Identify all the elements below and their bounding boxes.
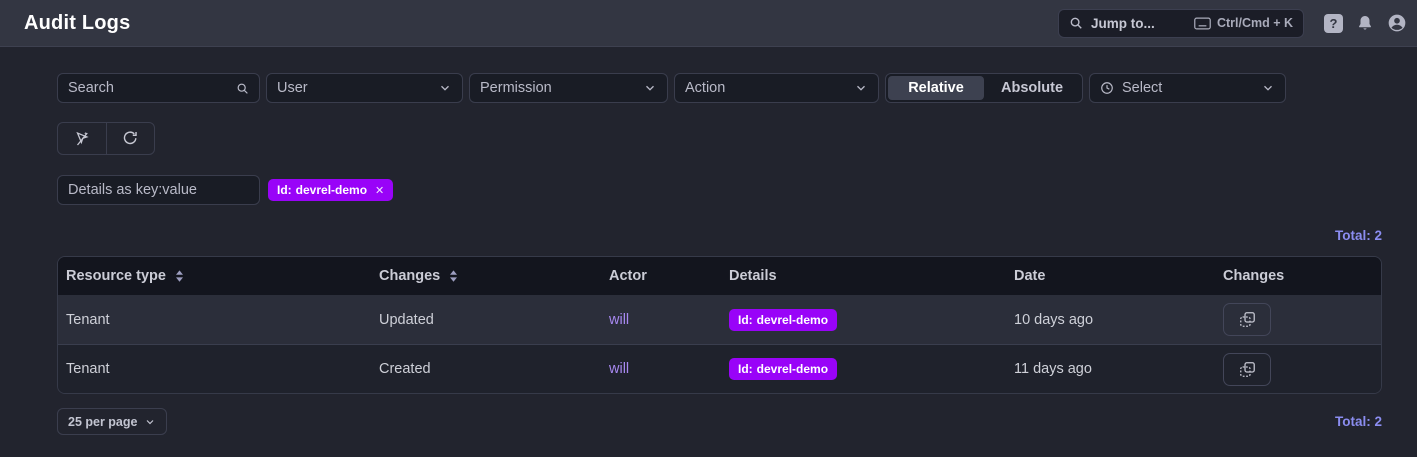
time-mode-absolute[interactable]: Absolute	[984, 76, 1080, 100]
notifications-button[interactable]	[1356, 14, 1374, 33]
search-icon	[1069, 16, 1083, 30]
account-button[interactable]	[1387, 13, 1407, 33]
details-filter-row: Id: devrel-demo ✕	[57, 175, 1382, 205]
total-count-top: Total: 2	[57, 228, 1382, 243]
search-icon	[236, 82, 249, 95]
chevron-down-icon	[144, 416, 156, 428]
column-header-resource-type: Resource type	[58, 268, 371, 284]
column-header-changes-actions: Changes	[1215, 268, 1381, 284]
chip-value: devrel-demo	[757, 362, 828, 376]
table-row[interactable]: Tenant Created will Id: devrel-demo 11 d…	[58, 344, 1381, 393]
cursor-off-icon	[73, 130, 91, 148]
help-button[interactable]: ?	[1324, 14, 1343, 33]
jump-to-search[interactable]: Jump to... Ctrl/Cmd + K	[1058, 9, 1304, 38]
details-chip: Id: devrel-demo	[729, 309, 837, 331]
cell-resource-type: Tenant	[58, 361, 371, 377]
search-input[interactable]	[68, 80, 236, 96]
copy-diff-icon	[1239, 311, 1256, 328]
view-changes-button[interactable]	[1223, 303, 1271, 336]
actor-link[interactable]: will	[609, 312, 629, 328]
chip-value: devrel-demo	[296, 183, 367, 197]
sort-button[interactable]	[173, 269, 186, 283]
time-mode-relative[interactable]: Relative	[888, 76, 984, 100]
page-title: Audit Logs	[24, 12, 130, 35]
action-filter-select[interactable]: Action	[674, 73, 879, 103]
page-size-label: 25 per page	[68, 415, 137, 429]
table-footer: 25 per page Total: 2	[57, 408, 1382, 435]
time-range-select[interactable]: Select	[1089, 73, 1286, 103]
details-chip: Id: devrel-demo	[729, 358, 837, 380]
refresh-icon	[122, 130, 139, 147]
live-updates-off-button[interactable]	[58, 123, 106, 154]
user-filter-label: User	[277, 80, 308, 96]
chevron-down-icon	[643, 81, 657, 95]
search-field	[57, 73, 260, 103]
permission-filter-label: Permission	[480, 80, 552, 96]
chevron-down-icon	[1261, 81, 1275, 95]
cell-resource-type: Tenant	[58, 312, 371, 328]
sort-icon	[173, 269, 186, 283]
details-filter-field	[57, 175, 260, 205]
jump-to-placeholder: Jump to...	[1091, 16, 1194, 31]
column-header-date: Date	[1006, 268, 1215, 284]
help-icon: ?	[1324, 14, 1343, 33]
time-mode-toggle: Relative Absolute	[885, 73, 1083, 103]
view-changes-button[interactable]	[1223, 353, 1271, 386]
user-filter-select[interactable]: User	[266, 73, 463, 103]
refresh-button[interactable]	[106, 123, 154, 154]
cell-changes: Updated	[371, 312, 601, 328]
action-filter-label: Action	[685, 80, 725, 96]
chip-key: Id:	[738, 313, 753, 327]
close-icon[interactable]: ✕	[375, 184, 384, 197]
jump-to-shortcut: Ctrl/Cmd + K	[1217, 16, 1293, 30]
cell-changes: Created	[371, 361, 601, 377]
active-filter-chip[interactable]: Id: devrel-demo ✕	[268, 179, 393, 201]
details-filter-input[interactable]	[68, 182, 249, 198]
page-size-select[interactable]: 25 per page	[57, 408, 167, 435]
table-row[interactable]: Tenant Updated will Id: devrel-demo 10 d…	[58, 295, 1381, 344]
keyboard-icon	[1194, 17, 1211, 30]
column-label: Changes	[379, 268, 440, 284]
permission-filter-select[interactable]: Permission	[469, 73, 668, 103]
total-count-bottom: Total: 2	[1335, 414, 1382, 429]
filter-bar: User Permission Action Relative Absolute	[57, 73, 1382, 103]
chevron-down-icon	[438, 81, 452, 95]
column-header-actor: Actor	[601, 268, 721, 284]
topbar-actions: Jump to... Ctrl/Cmd + K ?	[1058, 9, 1407, 38]
topbar: Audit Logs Jump to... Ctrl/Cmd + K ?	[0, 0, 1417, 47]
avatar-icon	[1387, 13, 1407, 33]
chip-key: Id:	[738, 362, 753, 376]
bell-icon	[1356, 14, 1374, 33]
column-label: Resource type	[66, 268, 166, 284]
table-header-row: Resource type Changes Actor Details Date	[58, 257, 1381, 295]
column-header-changes: Changes	[371, 268, 601, 284]
chevron-down-icon	[854, 81, 868, 95]
audit-logs-page: User Permission Action Relative Absolute	[0, 47, 1417, 435]
chip-value: devrel-demo	[757, 313, 828, 327]
audit-log-table: Resource type Changes Actor Details Date	[57, 256, 1382, 394]
copy-diff-icon	[1239, 361, 1256, 378]
sort-button[interactable]	[447, 269, 460, 283]
actor-link[interactable]: will	[609, 361, 629, 377]
cell-date: 11 days ago	[1006, 361, 1215, 377]
table-tools	[57, 122, 155, 155]
cell-date: 10 days ago	[1006, 312, 1215, 328]
chip-key: Id:	[277, 183, 292, 197]
sort-icon	[447, 269, 460, 283]
time-range-label: Select	[1122, 80, 1162, 96]
column-header-details: Details	[721, 268, 1006, 284]
clock-icon	[1100, 81, 1114, 95]
